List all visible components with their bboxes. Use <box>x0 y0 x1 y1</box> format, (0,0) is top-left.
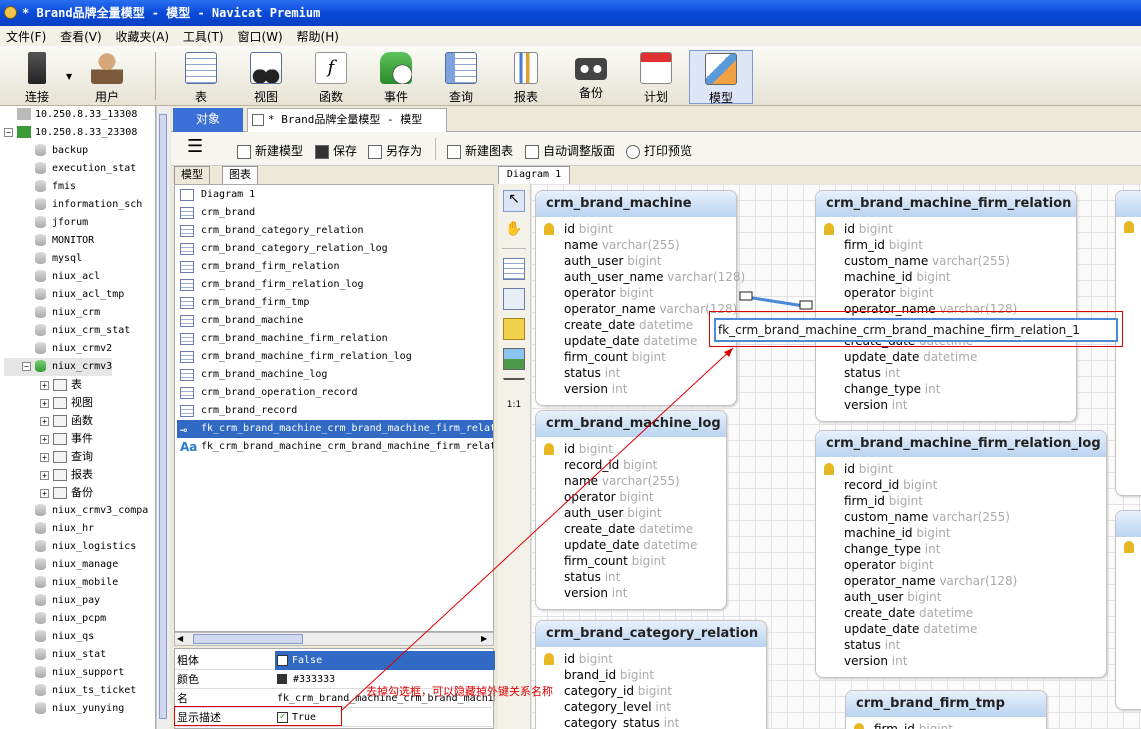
relation-endpoint[interactable] <box>799 300 813 310</box>
annotation-arrow <box>341 347 734 711</box>
annotation-overlay <box>341 291 813 711</box>
relation-endpoint[interactable] <box>739 291 753 301</box>
